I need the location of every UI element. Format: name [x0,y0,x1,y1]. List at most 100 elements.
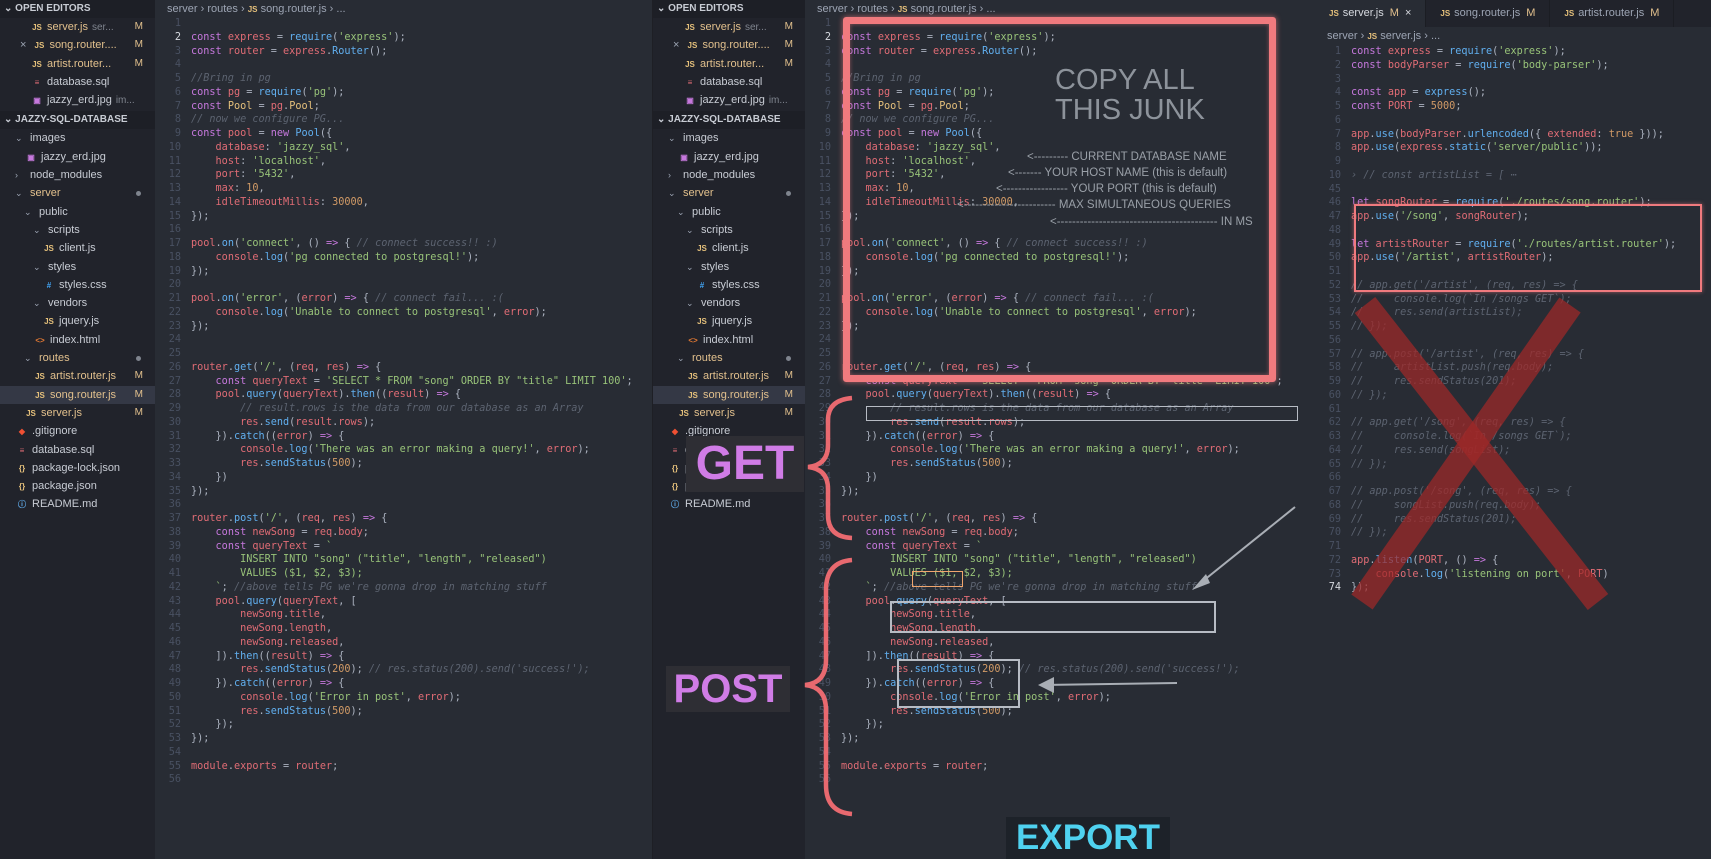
close-icon[interactable]: × [20,39,26,51]
tree-item[interactable]: › node_modules [653,166,805,184]
tree-item-label: server.js [694,406,735,419]
breadcrumb-segment[interactable]: ... [336,3,345,15]
tree-item[interactable]: <> index.html [653,331,805,349]
open-editor-item[interactable]: ≡ database.sql [653,73,805,91]
code-text: ]).then((result) => { [191,650,345,662]
tree-item[interactable]: ⌄ vendors [653,294,805,312]
code-line: 17 pool.on('connect', () => { // connect … [155,237,652,251]
tree-item[interactable]: › node_modules [0,166,155,184]
open-editor-item[interactable]: JS server.js ser... M [653,18,805,36]
breadcrumb-segment[interactable]: ... [986,3,995,15]
open-editor-item[interactable]: JS server.js ser... M [0,18,155,36]
tree-item[interactable]: ⌄ routes [653,349,805,367]
annotation-host-name: <------- YOUR HOST NAME (this is default… [1008,167,1228,179]
chevron-down-icon: ⌄ [686,298,694,309]
tree-item[interactable]: JS artist.router.js M [0,367,155,385]
breadcrumb-segment[interactable]: routes [857,3,888,15]
open-editors-title: OPEN EDITORS [15,3,91,14]
code-line: 2 const bodyParser = require('body-parser… [1315,59,1711,73]
breadcrumb-segment[interactable]: server [1327,30,1358,42]
tree-item[interactable]: JS song.router.js M [653,385,805,404]
tree-item[interactable]: ⌄ vendors [0,294,155,312]
tree-item[interactable]: ▣ jazzy_erd.jpg [0,148,155,166]
breadcrumb-segment[interactable]: ... [1431,30,1440,42]
tree-item[interactable]: ⓘ README.md [0,495,155,513]
tree-item[interactable]: JS jquery.js [653,312,805,330]
editor-tab[interactable]: JS song.router.js M [1426,0,1551,27]
js-file-icon: JS [679,408,689,418]
tree-item[interactable]: {} package-lock.json [0,459,155,477]
tree-item[interactable]: ⌄ images [0,129,155,147]
code-line: 2 const express = require('express'); [155,31,652,45]
tree-item[interactable]: ◆ .gitignore [0,422,155,440]
modified-badge: M [1389,7,1399,19]
tree-item[interactable]: ⌄ styles [0,258,155,276]
line-number: 53 [1328,293,1341,305]
breadcrumb-segment[interactable]: server.js [1380,30,1421,42]
breadcrumb: server › JS server.js › ... [1315,27,1711,45]
tree-item[interactable]: ⌄ routes [0,349,155,367]
open-editor-item[interactable]: × JS song.router.... M [0,36,155,54]
code-line: 10 › // const artistList = [ ⋯ [1315,169,1711,183]
tree-item[interactable]: <> index.html [0,331,155,349]
tree-item[interactable]: ⌄ styles [653,258,805,276]
tree-item[interactable]: # styles.css [653,276,805,294]
close-icon[interactable]: × [1405,7,1411,19]
project-header[interactable]: ⌄ JAZZY-SQL-DATABASE [0,111,155,130]
project-header[interactable]: ⌄ JAZZY-SQL-DATABASE [653,111,805,130]
code-server-js[interactable]: 1 const express = require('express'); 2 con… [1315,45,1711,595]
line-number: 5 [1334,101,1341,112]
editor-tab[interactable]: JS artist.router.js M [1550,0,1675,27]
open-editor-item[interactable]: ≡ database.sql [0,73,155,91]
tree-item[interactable]: ▣ jazzy_erd.jpg [653,148,805,166]
code-line: 63 // console.log(`In /songs GET`); [1315,430,1711,444]
open-editor-item[interactable]: JS artist.router... M [0,55,155,73]
breadcrumb-segment[interactable]: song.router.js [261,3,327,15]
editor-tab[interactable]: JS server.js M × [1315,0,1427,27]
open-editor-item[interactable]: ▣ jazzy_erd.jpg im... [0,91,155,109]
tree-item[interactable]: JS client.js [0,239,155,257]
line-number: 6 [174,86,181,98]
tree-item[interactable]: ⌄ public [0,203,155,221]
breadcrumb-segment[interactable]: routes [207,3,238,15]
tree-item[interactable]: ≡ database.sql [0,441,155,459]
tree-item[interactable]: JS artist.router.js M [653,367,805,385]
line-number: 29 [168,403,181,414]
line-number: 3 [174,45,181,57]
line-number: 41 [818,568,831,579]
tree-item[interactable]: ⌄ scripts [0,221,155,239]
tree-item[interactable]: ⓘ README.md [653,495,805,513]
tree-item[interactable]: # styles.css [0,276,155,294]
close-icon[interactable]: × [673,39,679,51]
tree-item[interactable]: JS song.router.js M [0,385,155,404]
tree-item[interactable]: JS server.js M [0,404,155,422]
open-editors-header[interactable]: ⌄ OPEN EDITORS [653,0,805,18]
open-editor-item[interactable]: JS artist.router... M [653,55,805,73]
line-number: 4 [1334,87,1341,99]
code-text: // songList.push(req.body); [1351,499,1542,511]
breadcrumb-segment[interactable]: server [817,3,848,15]
line-number: 57 [1328,348,1341,360]
open-editor-item[interactable]: × JS song.router.... M [653,36,805,54]
breadcrumb-segment[interactable]: song.router.js [911,3,977,15]
line-number: 39 [818,540,831,552]
tree-item[interactable]: ⌄ server [0,184,155,202]
code-text: // res.send(artistList); [1351,307,1523,319]
code-line: 42 `; //above tells PG we're gonna drop … [805,581,1315,595]
code-song-router-left[interactable]: 1 2 const express = require('express'); 3 co… [155,17,652,787]
tree-item[interactable]: ⌄ scripts [653,221,805,239]
line-number: 29 [818,403,831,414]
line-number: 42 [818,581,831,593]
tree-item[interactable]: ⌄ public [653,203,805,221]
breadcrumb-segment[interactable]: server [167,3,198,15]
open-editor-item[interactable]: ▣ jazzy_erd.jpg im... [653,91,805,109]
tree-item[interactable]: ⌄ images [653,129,805,147]
tree-item[interactable]: JS client.js [653,239,805,257]
tree-item[interactable]: JS server.js M [653,404,805,422]
tree-item[interactable]: {} package.json [0,477,155,495]
tree-item[interactable]: ⌄ server [653,184,805,202]
open-editors-header[interactable]: ⌄ OPEN EDITORS [0,0,155,18]
tree-item[interactable]: JS jquery.js [0,312,155,330]
code-text: // now we configure PG... [191,114,345,126]
line-number: 22 [168,306,181,318]
